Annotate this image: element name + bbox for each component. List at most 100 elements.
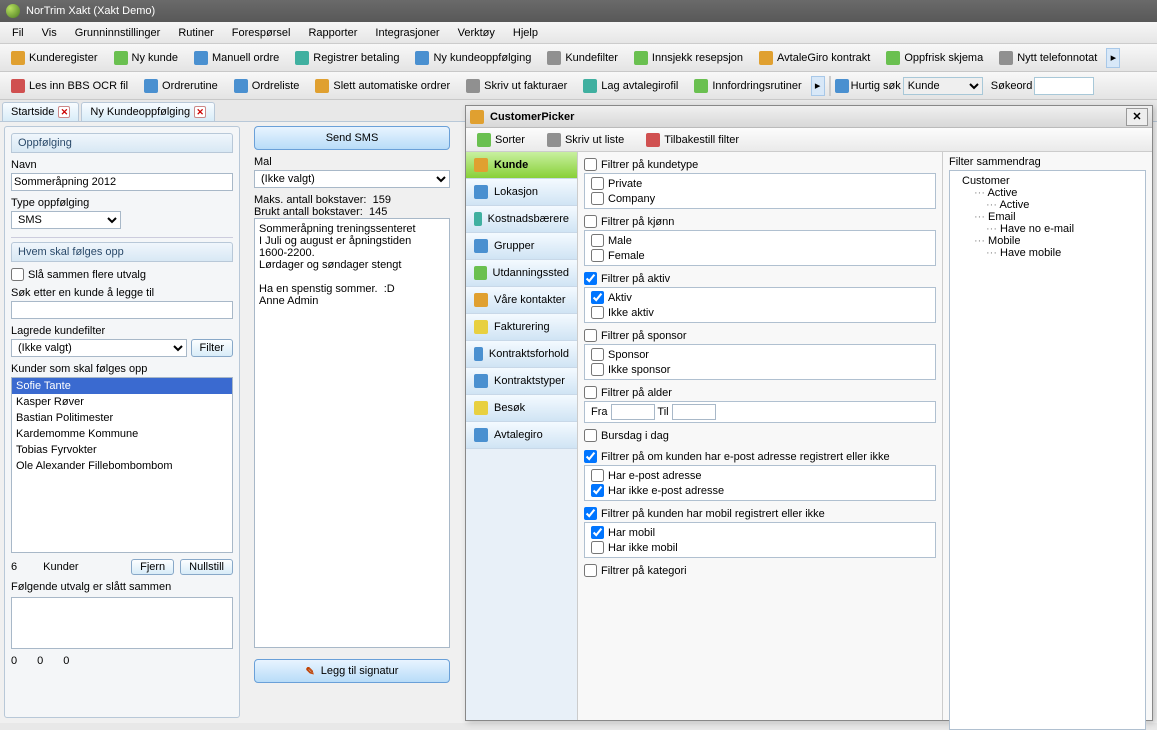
toolbar-oppfrisk-skjema[interactable]: Oppfrisk skjema [879, 48, 990, 68]
filter-head[interactable]: Bursdag i dag [584, 427, 936, 444]
filter-option[interactable]: Har ikke mobil [591, 540, 929, 555]
tree-node[interactable]: Active [954, 199, 1141, 211]
filter-summary-tree[interactable]: CustomerActiveActiveEmailHave no e-mailM… [949, 170, 1146, 730]
toolbar-manuell-ordre[interactable]: Manuell ordre [187, 48, 286, 68]
filter-head[interactable]: Filtrer på aktiv [584, 270, 936, 287]
menu-grunninnstillinger[interactable]: Grunninnstillinger [67, 25, 169, 41]
merged-listbox[interactable] [11, 597, 233, 649]
filter-head-checkbox[interactable] [584, 429, 597, 442]
filter-head[interactable]: Filtrer på kundetype [584, 156, 936, 173]
filter-head[interactable]: Filtrer på kategori [584, 562, 936, 579]
filter-option[interactable]: Ikke aktiv [591, 305, 929, 320]
toolbar-overflow[interactable]: ▸ [1106, 48, 1120, 68]
tree-node[interactable]: Have mobile [954, 247, 1141, 259]
tab-ny-kundeoppfølging[interactable]: Ny Kundeoppfølging✕ [81, 102, 215, 121]
merge-checkbox[interactable] [11, 268, 24, 281]
filter-option[interactable]: Har mobil [591, 525, 929, 540]
list-item[interactable]: Kardemomme Kommune [12, 426, 232, 442]
filter-head-checkbox[interactable] [584, 329, 597, 342]
dlg-sorter[interactable]: Sorter [470, 130, 532, 150]
category-utdanningssted[interactable]: Utdanningssted [466, 260, 577, 287]
filter-option[interactable]: Sponsor [591, 347, 929, 362]
filter-head-checkbox[interactable] [584, 215, 597, 228]
tree-node[interactable]: Active [954, 187, 1141, 199]
keyword-input[interactable] [1034, 77, 1094, 95]
filter-option[interactable]: Male [591, 233, 929, 248]
dlg-skriv-ut-liste[interactable]: Skriv ut liste [540, 130, 631, 150]
age-to-input[interactable] [672, 404, 716, 420]
filter-option[interactable]: Female [591, 248, 929, 263]
toolbar-skriv-ut-fakturaer[interactable]: Skriv ut fakturaer [459, 76, 574, 96]
tab-close-icon[interactable]: ✕ [58, 106, 70, 118]
category-kontraktsforhold[interactable]: Kontraktsforhold [466, 341, 577, 368]
menu-forespørsel[interactable]: Forespørsel [224, 25, 299, 41]
name-input[interactable] [11, 173, 233, 191]
category-avtalegiro[interactable]: Avtalegiro [466, 422, 577, 449]
filter-option[interactable]: Aktiv [591, 290, 929, 305]
toolbar-innsjekk-resepsjon[interactable]: Innsjekk resepsjon [627, 48, 750, 68]
toolbar-nytt-telefonnotat[interactable]: Nytt telefonnotat [992, 48, 1104, 68]
menu-hjelp[interactable]: Hjelp [505, 25, 546, 41]
toolbar-overflow[interactable]: ▸ [811, 76, 825, 96]
category-grupper[interactable]: Grupper [466, 233, 577, 260]
menu-fil[interactable]: Fil [4, 25, 32, 41]
mal-select[interactable]: (Ikke valgt) [254, 170, 450, 188]
toolbar-ny-kundeoppfølging[interactable]: Ny kundeoppfølging [408, 48, 538, 68]
toolbar-registrer-betaling[interactable]: Registrer betaling [288, 48, 406, 68]
category-våre kontakter[interactable]: Våre kontakter [466, 287, 577, 314]
list-item[interactable]: Sofie Tante [12, 378, 232, 394]
menu-vis[interactable]: Vis [34, 25, 65, 41]
filter-head[interactable]: Filtrer på alder [584, 384, 936, 401]
menu-integrasjoner[interactable]: Integrasjoner [367, 25, 447, 41]
merge-checkbox-row[interactable]: Slå sammen flere utvalg [11, 268, 233, 281]
add-signature-button[interactable]: ✎ Legg til signatur [254, 659, 450, 683]
tab-startside[interactable]: Startside✕ [2, 102, 79, 121]
toolbar-ordrerutine[interactable]: Ordrerutine [137, 76, 225, 96]
remove-button[interactable]: Fjern [131, 559, 174, 575]
toolbar-lag-avtalegirofil[interactable]: Lag avtalegirofil [576, 76, 685, 96]
filter-head-checkbox[interactable] [584, 272, 597, 285]
toolbar-innfordringsrutiner[interactable]: Innfordringsrutiner [687, 76, 808, 96]
send-sms-button[interactable]: Send SMS [254, 126, 450, 150]
tree-node[interactable]: Mobile [954, 235, 1141, 247]
menu-rutiner[interactable]: Rutiner [170, 25, 221, 41]
category-kontraktstyper[interactable]: Kontraktstyper [466, 368, 577, 395]
saved-filter-select[interactable]: (Ikke valgt) [11, 339, 187, 357]
filter-head-checkbox[interactable] [584, 158, 597, 171]
filter-head[interactable]: Filtrer på om kunden har e-post adresse … [584, 448, 936, 465]
filter-head[interactable]: Filtrer på sponsor [584, 327, 936, 344]
toolbar-les-inn-bbs-ocr-fil[interactable]: Les inn BBS OCR fil [4, 76, 135, 96]
tab-close-icon[interactable]: ✕ [194, 106, 206, 118]
customer-listbox[interactable]: Sofie TanteKasper RøverBastian Politimes… [11, 377, 233, 553]
filter-head-checkbox[interactable] [584, 564, 597, 577]
menu-rapporter[interactable]: Rapporter [300, 25, 365, 41]
filter-option[interactable]: Company [591, 191, 929, 206]
list-item[interactable]: Tobias Fyrvokter [12, 442, 232, 458]
reset-button[interactable]: Nullstill [180, 559, 233, 575]
category-fakturering[interactable]: Fakturering [466, 314, 577, 341]
filter-option[interactable]: Private [591, 176, 929, 191]
filter-head-checkbox[interactable] [584, 507, 597, 520]
category-kostnadsbærere[interactable]: Kostnadsbærere [466, 206, 577, 233]
tree-node[interactable]: Email [954, 211, 1141, 223]
message-textarea[interactable]: Sommeråpning treningssenteret I Juli og … [254, 218, 450, 648]
dialog-close-button[interactable]: ✕ [1126, 108, 1148, 126]
toolbar-slett-automatiske-ordrer[interactable]: Slett automatiske ordrer [308, 76, 457, 96]
category-lokasjon[interactable]: Lokasjon [466, 179, 577, 206]
toolbar-kunderegister[interactable]: Kunderegister [4, 48, 105, 68]
toolbar-ordreliste[interactable]: Ordreliste [227, 76, 307, 96]
tree-node[interactable]: Customer [954, 175, 1141, 187]
toolbar-avtalegiro-kontrakt[interactable]: AvtaleGiro kontrakt [752, 48, 877, 68]
type-select[interactable]: SMS [11, 211, 121, 229]
quicksearch-select[interactable]: Kunde [903, 77, 983, 95]
list-item[interactable]: Kasper Røver [12, 394, 232, 410]
dlg-tilbakestill-filter[interactable]: Tilbakestill filter [639, 130, 746, 150]
toolbar-ny-kunde[interactable]: Ny kunde [107, 48, 185, 68]
menu-verktøy[interactable]: Verktøy [450, 25, 503, 41]
filter-button[interactable]: Filter [191, 339, 233, 357]
tree-node[interactable]: Have no e-mail [954, 223, 1141, 235]
list-item[interactable]: Ole Alexander Fillebombombom [12, 458, 232, 474]
filter-head[interactable]: Filtrer på kjønn [584, 213, 936, 230]
category-kunde[interactable]: Kunde [466, 152, 577, 179]
filter-option[interactable]: Har ikke e-post adresse [591, 483, 929, 498]
